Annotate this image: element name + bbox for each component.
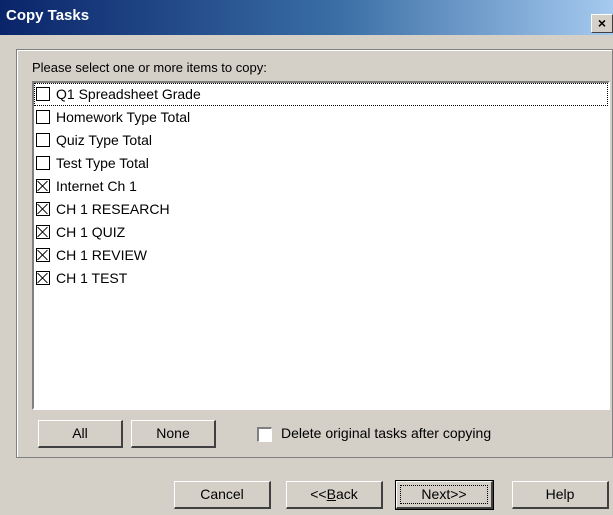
back-button-mnemonic: B <box>326 486 336 502</box>
item-checkbox[interactable] <box>36 179 50 193</box>
item-label: CH 1 QUIZ <box>56 224 126 240</box>
cancel-button[interactable]: Cancel <box>174 481 271 509</box>
items-listbox[interactable]: Q1 Spreadsheet Grade Homework Type Total… <box>32 81 610 410</box>
item-label: CH 1 RESEARCH <box>56 201 170 217</box>
window-title: Copy Tasks <box>6 7 90 24</box>
item-checkbox[interactable] <box>36 248 50 262</box>
title-bar: Copy Tasks <box>0 0 613 35</box>
item-checkbox[interactable] <box>36 110 50 124</box>
close-button[interactable]: × <box>591 14 613 33</box>
focus-rect <box>400 485 488 504</box>
select-all-button[interactable]: All <box>38 420 123 448</box>
list-item[interactable]: CH 1 RESEARCH <box>34 198 608 221</box>
list-item[interactable]: CH 1 QUIZ <box>34 221 608 244</box>
list-item[interactable]: CH 1 REVIEW <box>34 244 608 267</box>
item-checkbox[interactable] <box>36 225 50 239</box>
item-checkbox[interactable] <box>36 271 50 285</box>
back-button[interactable]: <<Back <box>286 481 383 509</box>
item-label: CH 1 TEST <box>56 270 128 286</box>
item-label: Homework Type Total <box>56 109 191 125</box>
list-item[interactable]: Homework Type Total <box>34 106 608 129</box>
item-checkbox[interactable] <box>36 156 50 170</box>
list-item[interactable]: Q1 Spreadsheet Grade <box>34 83 608 106</box>
item-label: Internet Ch 1 <box>56 178 137 194</box>
help-button[interactable]: Help <box>512 481 609 509</box>
item-label: Test Type Total <box>56 155 149 171</box>
items-group-label: Please select one or more items to copy: <box>32 60 267 75</box>
list-item[interactable]: CH 1 TEST <box>34 267 608 290</box>
item-checkbox[interactable] <box>36 202 50 216</box>
item-label: Quiz Type Total <box>56 132 152 148</box>
back-button-prefix: << <box>310 486 327 502</box>
list-item[interactable]: Quiz Type Total <box>34 129 608 152</box>
next-button[interactable]: Next>> <box>395 480 494 510</box>
item-checkbox[interactable] <box>36 133 50 147</box>
close-icon: × <box>597 15 607 31</box>
list-item[interactable]: Internet Ch 1 <box>34 175 608 198</box>
delete-original-checkbox[interactable] <box>257 427 272 442</box>
item-label: Q1 Spreadsheet Grade <box>56 86 201 102</box>
delete-original-label: Delete original tasks after copying <box>281 425 492 441</box>
item-checkbox[interactable] <box>36 87 50 101</box>
list-item[interactable]: Test Type Total <box>34 152 608 175</box>
back-button-rest: ack <box>335 486 358 502</box>
select-none-button[interactable]: None <box>131 420 216 448</box>
item-label: CH 1 REVIEW <box>56 247 148 263</box>
